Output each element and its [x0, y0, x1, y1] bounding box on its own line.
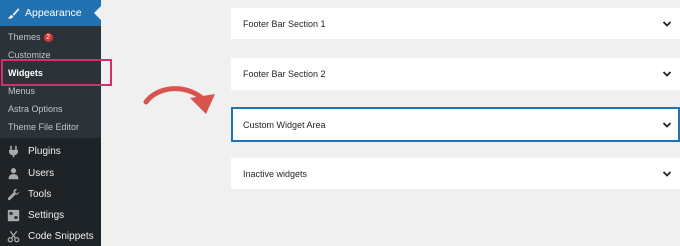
- annotation-arrow: [143, 86, 215, 114]
- widget-area-custom[interactable]: Custom Widget Area: [231, 107, 680, 142]
- widget-area-title: Footer Bar Section 2: [243, 69, 326, 79]
- settings-icon: [6, 209, 20, 223]
- widget-area-title: Footer Bar Section 1: [243, 18, 326, 29]
- chevron-down-icon[interactable]: [662, 20, 672, 28]
- widget-area-title: Inactive widgets: [243, 168, 308, 179]
- menu-plugins-label: Plugins: [28, 146, 61, 157]
- submenu-astra-options[interactable]: Astra Options: [8, 103, 63, 115]
- widgets-highlight-box: [1, 59, 112, 86]
- menu-appearance[interactable]: Appearance: [0, 0, 101, 26]
- plug-icon: [6, 145, 20, 159]
- widget-area-title: Custom Widget Area: [243, 119, 326, 130]
- menu-users-label: Users: [28, 168, 55, 179]
- submenu-themes[interactable]: Themes 2: [8, 31, 53, 43]
- scissors-icon: [6, 230, 20, 244]
- submenu-themes-label: Themes: [8, 32, 41, 42]
- paintbrush-icon: [5, 5, 21, 21]
- widget-area-footer-bar-2[interactable]: Footer Bar Section 2: [231, 58, 680, 90]
- chevron-down-icon[interactable]: [662, 170, 672, 178]
- widget-area-inactive[interactable]: Inactive widgets: [231, 158, 680, 189]
- menu-code-snippets[interactable]: Code Snippets: [0, 226, 101, 246]
- current-menu-pointer: [94, 6, 101, 20]
- user-icon: [6, 167, 20, 181]
- menu-code-snippets-label: Code Snippets: [28, 231, 94, 242]
- menu-users[interactable]: Users: [0, 163, 101, 184]
- update-count-badge: 2: [43, 33, 53, 42]
- submenu-theme-file-editor[interactable]: Theme File Editor: [8, 121, 79, 133]
- menu-tools[interactable]: Tools: [0, 184, 101, 205]
- widget-area-footer-bar-1[interactable]: Footer Bar Section 1: [231, 8, 680, 39]
- menu-settings[interactable]: Settings: [0, 205, 101, 226]
- menu-tools-label: Tools: [28, 189, 52, 200]
- admin-sidebar: Appearance Themes 2 Customize Widgets Men…: [0, 0, 101, 246]
- chevron-down-icon[interactable]: [662, 121, 672, 129]
- wrench-icon: [6, 188, 20, 202]
- submenu-menus[interactable]: Menus: [8, 85, 35, 97]
- menu-appearance-label: Appearance: [25, 7, 82, 19]
- menu-plugins[interactable]: Plugins: [0, 141, 101, 162]
- menu-settings-label: Settings: [28, 210, 65, 221]
- chevron-down-icon[interactable]: [662, 70, 672, 78]
